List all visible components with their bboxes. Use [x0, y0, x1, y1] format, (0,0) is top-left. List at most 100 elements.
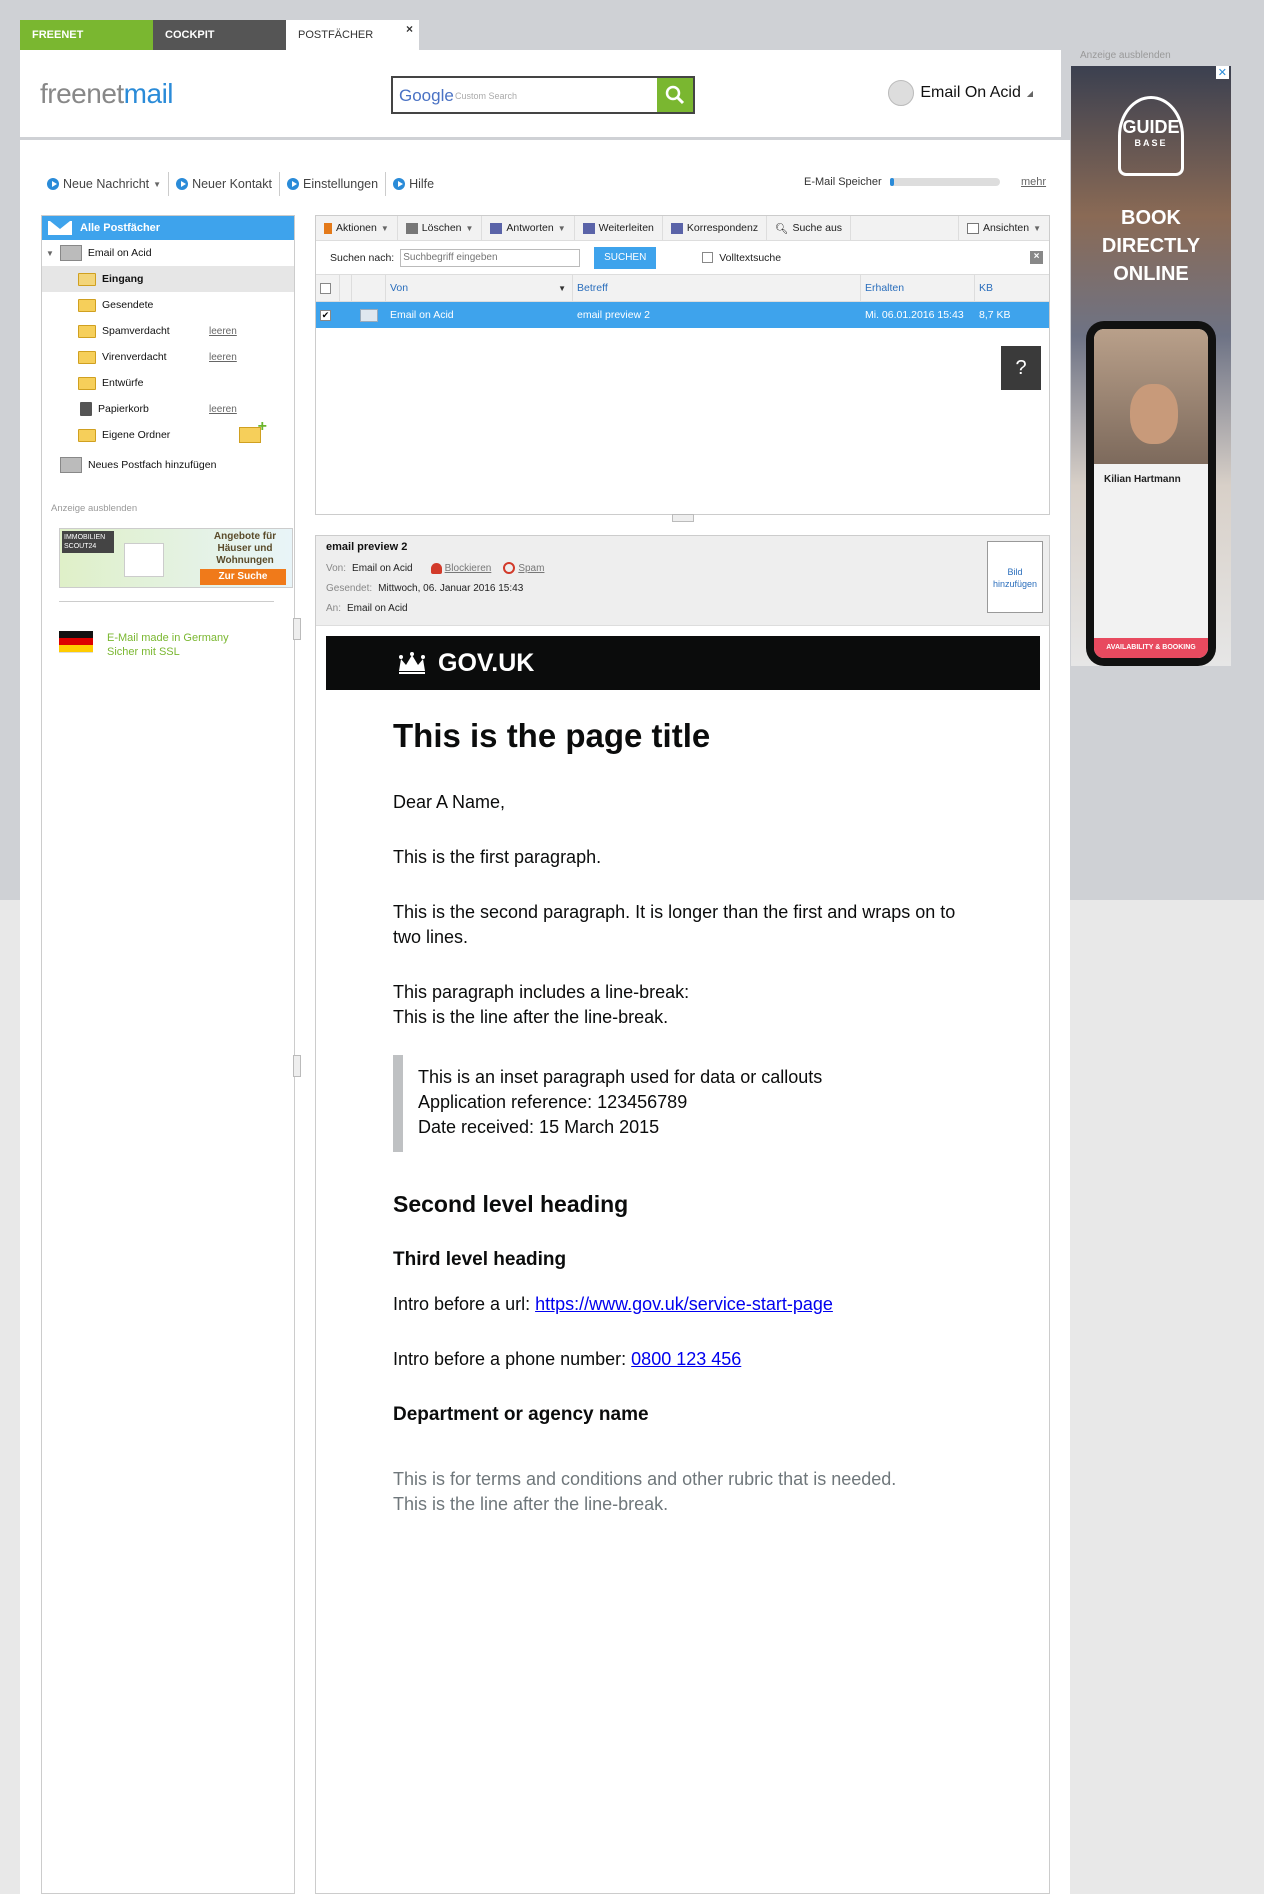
correspondence-label: Korrespondenz: [686, 222, 759, 234]
empty-folder-link[interactable]: leeren: [209, 352, 237, 363]
rubric-line-1: This is for terms and conditions and oth…: [393, 1469, 897, 1489]
search-icon: [665, 85, 685, 105]
new-contact-label: Neuer Kontakt: [192, 177, 272, 191]
new-contact-button[interactable]: Neuer Kontakt: [169, 172, 280, 196]
help-question-button[interactable]: ?: [1001, 346, 1041, 390]
brand-bottom: BASE: [1134, 138, 1168, 148]
sidebar-item-entwuerfe[interactable]: Entwürfe: [42, 370, 294, 396]
tab-close-icon[interactable]: ×: [406, 14, 413, 44]
reply-icon: [490, 222, 503, 234]
sidebar-item-gesendete[interactable]: Gesendete: [42, 292, 294, 318]
phone-screen: Kilian Hartmann AVAILABILITY & BOOKING: [1094, 329, 1208, 658]
storage-more-link[interactable]: mehr: [1021, 176, 1046, 188]
table-row[interactable]: ✔ Email on Acid email preview 2 Mi. 06.0…: [316, 302, 1049, 328]
views-button[interactable]: Ansichten ▼: [957, 215, 1049, 241]
ad-cta-button[interactable]: Zur Suche: [200, 569, 286, 585]
ad-headline: BOOK DIRECTLY ONLINE: [1101, 207, 1201, 285]
add-picture-button[interactable]: Bild hinzufügen: [987, 541, 1043, 613]
column-from-label: Von: [390, 282, 409, 294]
row-checkbox[interactable]: ✔: [320, 309, 331, 321]
service-url-link[interactable]: https://www.gov.uk/service-start-page: [535, 1294, 833, 1314]
expand-icon[interactable]: ▼: [46, 249, 54, 258]
sidebar-resize-handle[interactable]: [293, 1055, 301, 1077]
list-header: Von ▼ Betreff Erhalten KB: [316, 274, 1049, 302]
phone-link[interactable]: 0800 123 456: [631, 1349, 741, 1369]
google-custom-search[interactable]: Google Custom Search: [391, 76, 695, 114]
email-title: This is the page title: [393, 717, 711, 754]
search-toggle-button[interactable]: 🔍︎ Suche aus: [767, 215, 852, 241]
inset-line-3: Date received: 15 March 2015: [418, 1117, 660, 1137]
ad-brand: IMMOBILIEN SCOUT24: [62, 531, 114, 553]
actions-button[interactable]: Aktionen ▼: [316, 215, 398, 241]
sidebar-item-eingang[interactable]: Eingang: [42, 266, 294, 292]
govuk-logo-text: GOV.UK: [438, 648, 535, 677]
search-label: Suchen nach:: [330, 251, 395, 264]
add-mailbox-button[interactable]: Neues Postfach hinzufügen: [42, 448, 294, 482]
sidebar-item-spamverdacht[interactable]: Spamverdacht leeren: [42, 318, 294, 344]
settings-button[interactable]: Einstellungen: [280, 172, 387, 196]
immobilienscout-ad[interactable]: IMMOBILIEN SCOUT24 Angebote für Häuser u…: [59, 528, 293, 588]
to-value[interactable]: Email on Acid: [347, 603, 408, 614]
panel-resize-handle[interactable]: [672, 514, 694, 522]
select-all-checkbox[interactable]: [320, 282, 331, 294]
made-in-germany: E-Mail made in Germany Sicher mit SSL: [59, 631, 229, 659]
column-received[interactable]: Erhalten: [861, 275, 975, 301]
sidebar-item-eigene-ordner[interactable]: Eigene Ordner: [42, 418, 294, 448]
germany-line2: Sicher mit SSL: [107, 646, 180, 658]
face-image: [1130, 384, 1178, 444]
sent-label: Gesendet:: [326, 582, 373, 594]
delete-button[interactable]: Löschen ▼: [398, 215, 483, 241]
help-button[interactable]: Hilfe: [386, 172, 441, 196]
user-menu[interactable]: Email On Acid ◢: [888, 80, 1033, 106]
search-submit-button[interactable]: SUCHEN: [594, 246, 657, 269]
tab-freenet[interactable]: FREENET: [20, 20, 153, 50]
from-value[interactable]: Email on Acid: [352, 563, 413, 574]
empty-folder-link[interactable]: leeren: [209, 326, 237, 337]
to-label: An:: [326, 602, 342, 614]
phone-paragraph: Intro before a phone number: 0800 123 45…: [393, 1347, 976, 1372]
reply-button[interactable]: Antworten ▼: [482, 215, 575, 241]
tab-postfaecher[interactable]: POSTFÄCHER ×: [286, 20, 419, 50]
freenetmail-logo[interactable]: freenetmail: [40, 78, 174, 110]
row-checkbox-cell: ✔: [316, 302, 340, 328]
add-folder-icon[interactable]: [239, 418, 267, 443]
fulltext-checkbox[interactable]: [702, 252, 714, 263]
ad-close-icon[interactable]: ✕: [1215, 66, 1229, 79]
message-list-panel: Aktionen ▼ Löschen ▼ Antworten ▼ Weiterleit…: [315, 215, 1050, 515]
account-row[interactable]: ▼ Email on Acid: [42, 240, 294, 266]
forward-button[interactable]: Weiterleiten: [575, 215, 663, 241]
search-placeholder[interactable]: Custom Search: [455, 91, 517, 101]
row-from: Email on Acid: [390, 309, 454, 321]
folder-sidebar: Alle Postfächer ▼ Email on Acid Eingang …: [41, 215, 295, 1894]
sidebar-ad-hide-link[interactable]: Anzeige ausblenden: [51, 503, 137, 514]
chevron-down-icon: ▼: [380, 223, 389, 233]
all-mailboxes-header[interactable]: Alle Postfächer: [42, 216, 294, 240]
correspondence-button[interactable]: Korrespondenz: [663, 215, 768, 241]
search-input[interactable]: [400, 248, 581, 267]
column-subject[interactable]: Betreff: [573, 275, 861, 301]
spam-button[interactable]: Spam: [503, 562, 544, 574]
crown-icon: [399, 652, 425, 674]
account-label: Email on Acid: [87, 247, 152, 259]
trash-icon: [80, 402, 92, 416]
sidebar-item-papierkorb[interactable]: Papierkorb leeren: [42, 396, 294, 422]
column-from[interactable]: Von ▼: [386, 275, 573, 301]
block-button[interactable]: Blockieren: [430, 562, 491, 574]
close-icon[interactable]: ×: [1030, 251, 1043, 264]
ad-hide-link[interactable]: Anzeige ausblenden: [1080, 50, 1171, 61]
flag-icon: [324, 222, 332, 234]
banner-ad[interactable]: ✕ GUIDE BASE BOOK DIRECTLY ONLINE Kilian…: [1071, 66, 1231, 666]
search-row: Suchen nach: SUCHEN Volltextsuche ×: [316, 241, 1049, 274]
email-salutation: Dear A Name,: [393, 792, 506, 812]
folder-icon: [78, 324, 96, 338]
tab-cockpit[interactable]: COCKPIT: [153, 20, 286, 50]
column-size[interactable]: KB: [975, 275, 1045, 301]
sidebar-resize-handle[interactable]: [293, 618, 301, 640]
folder-label: Eigene Ordner: [102, 429, 171, 441]
empty-folder-link[interactable]: leeren: [209, 404, 237, 415]
search-button[interactable]: [657, 78, 693, 112]
ad-text: Angebote für Häuser und Wohnungen: [213, 531, 277, 566]
email-paragraph-1: This is the first paragraph.: [393, 847, 602, 867]
sidebar-item-virenverdacht[interactable]: Virenverdacht leeren: [42, 344, 294, 370]
new-message-button[interactable]: Neue Nachricht ▼: [40, 172, 170, 196]
